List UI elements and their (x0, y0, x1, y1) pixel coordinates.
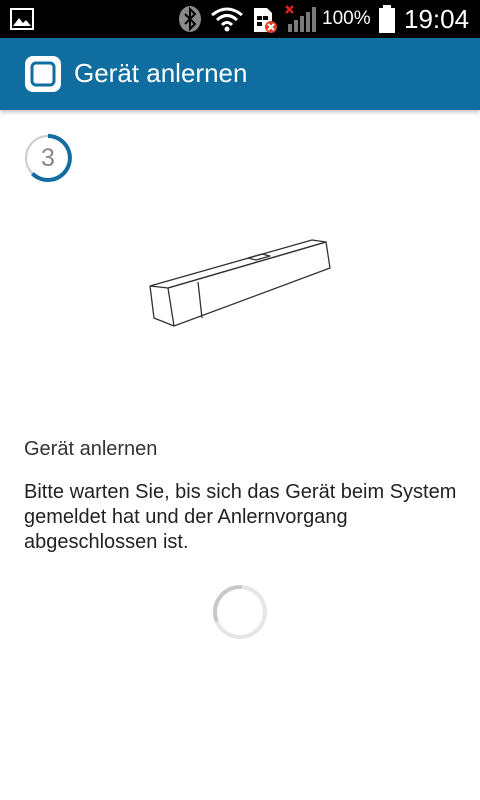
gallery-icon (10, 8, 34, 30)
section-heading: Gerät anlernen (24, 438, 158, 460)
device-bar-illustration (149, 239, 331, 327)
battery-percent: 100% (322, 8, 371, 29)
sim-error-icon (254, 8, 277, 33)
app-bar: Gerät anlernen (0, 38, 480, 110)
wifi-icon (211, 7, 243, 32)
clock: 19:04 (404, 4, 470, 34)
battery-icon (379, 5, 395, 33)
no-signal-icon (285, 5, 316, 32)
app-bar-title: Gerät anlernen (74, 58, 248, 88)
status-bar: 100% 19:04 (0, 0, 480, 38)
step-number: 3 (41, 144, 55, 172)
bluetooth-icon (179, 6, 201, 32)
app-logo-icon[interactable] (24, 55, 62, 93)
instruction-text: Bitte warten Sie, bis sich das Gerät bei… (24, 481, 457, 553)
loading-spinner-icon (212, 585, 267, 639)
